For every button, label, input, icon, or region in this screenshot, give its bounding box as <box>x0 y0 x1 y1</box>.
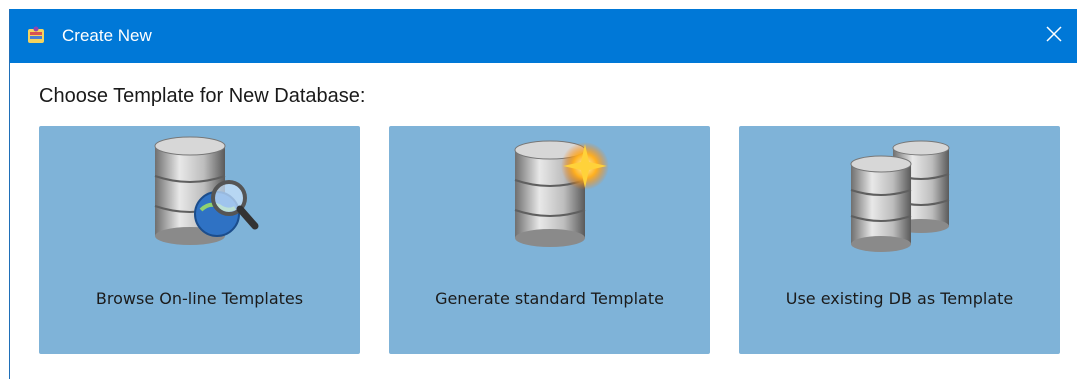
page-title: Choose Template for New Database: <box>39 85 366 107</box>
title-bar[interactable]: Create New <box>10 9 1077 63</box>
use-existing-db-button[interactable]: Use existing DB as Template <box>739 126 1060 354</box>
database-copy-icon <box>835 136 965 254</box>
database-search-icon <box>135 136 265 254</box>
generate-standard-template-button[interactable]: Generate standard Template <box>389 126 710 354</box>
database-new-icon <box>485 136 615 254</box>
tile-label: Use existing DB as Template <box>785 289 1014 308</box>
close-button[interactable] <box>1031 9 1077 63</box>
close-icon <box>1045 25 1063 47</box>
window-title: Create New <box>62 26 152 45</box>
create-new-dialog: Create New Choose Template for New Datab… <box>9 9 1077 379</box>
tile-label: Generate standard Template <box>435 289 664 308</box>
tile-label: Browse On-line Templates <box>95 289 304 308</box>
browse-online-templates-button[interactable]: Browse On-line Templates <box>39 126 360 354</box>
app-icon <box>25 25 47 47</box>
